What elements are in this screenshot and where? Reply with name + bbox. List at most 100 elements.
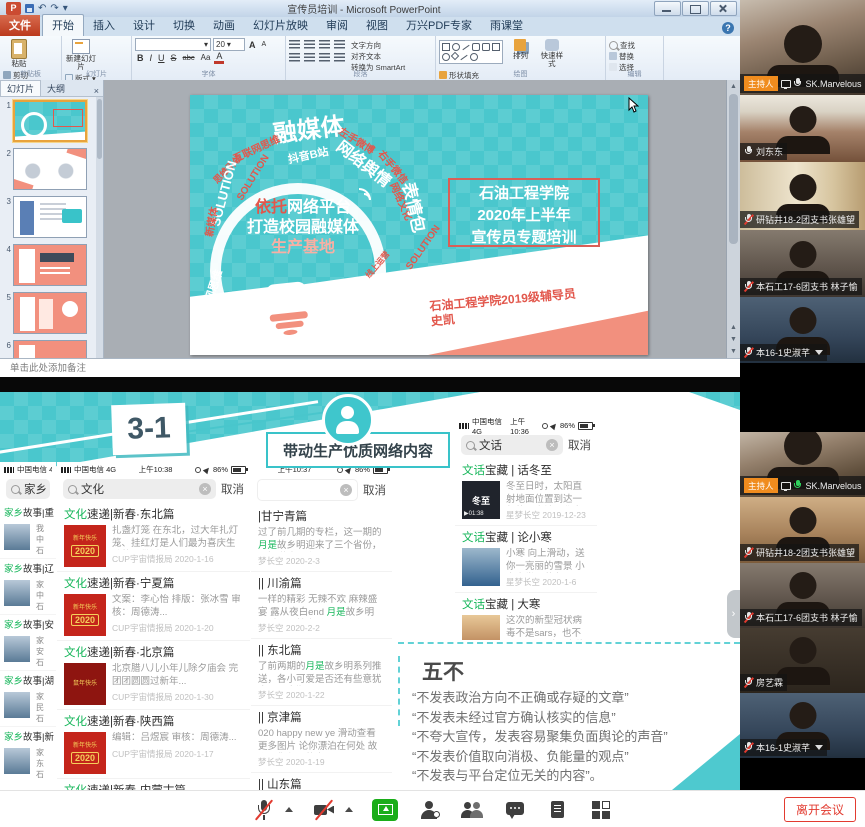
font-size-combo[interactable]: 20▾ (213, 38, 245, 51)
slide-title-box[interactable]: 石油工程学院 2020年上半年 宣传员专题培训 (448, 178, 600, 247)
replace-button[interactable]: 替换 (609, 51, 635, 61)
next-page-chevron[interactable]: › (727, 590, 740, 638)
video-tile-host[interactable]: 主持人 SK.Marvelous (740, 432, 865, 497)
camera-off-button[interactable] (312, 798, 336, 822)
shapes-gallery[interactable] (439, 40, 503, 64)
tab-insert[interactable]: 插入 (84, 15, 124, 36)
shrink-font-button[interactable]: A (260, 39, 269, 51)
close-button[interactable] (710, 1, 737, 16)
notes-pane[interactable]: 单击此处添加备注 (0, 358, 740, 377)
tab-pdf-expert[interactable]: 万兴PDF专家 (397, 15, 481, 36)
slide-canvas[interactable]: 融媒体 抖音B站 左手微博 网络舆情 右手微信 网络文化 表情包 互联网思维 思… (190, 95, 648, 355)
align-left-icon[interactable] (289, 53, 300, 62)
slide-editor[interactable]: 融媒体 抖音B站 左手微博 网络舆情 右手微信 网络文化 表情包 互联网思维 思… (104, 80, 740, 358)
chevron-down-icon[interactable] (815, 350, 823, 355)
tab-review[interactable]: 审阅 (317, 15, 357, 36)
participant-name: 研钻井18-2团支书张雄望 (756, 213, 855, 226)
battery-icon (578, 422, 593, 430)
layout-grid-button[interactable] (589, 798, 613, 822)
slide-thumbnail-6[interactable]: 6 (2, 340, 87, 358)
screen-share-button[interactable] (372, 799, 398, 821)
tab-slideshow[interactable]: 幻灯片放映 (244, 15, 317, 36)
participants-button[interactable] (460, 798, 484, 822)
microphone-muted-button[interactable] (252, 798, 276, 822)
search-input[interactable]: 家乡 (24, 481, 47, 497)
text-direction-button[interactable]: 文字方向 (351, 40, 405, 50)
maximize-button[interactable] (682, 1, 709, 16)
slide-thumbnail-2[interactable]: 2 (2, 148, 87, 190)
search-input[interactable]: 文话 (479, 437, 502, 453)
chat-button[interactable] (503, 798, 527, 822)
participant-name: 研钻井18-2团支书张雄望 (756, 546, 855, 559)
video-tile[interactable]: 本石工17-6团支书 林子愉 (740, 230, 865, 297)
article-item: || 京津篇 020 happy new ye 滑动查看更多图片 论你漂泊在何处… (251, 706, 392, 773)
panel-scrollbar[interactable] (96, 97, 103, 358)
tab-animations[interactable]: 动画 (204, 15, 244, 36)
line-spacing-icon[interactable] (334, 40, 345, 49)
mouse-cursor (628, 97, 639, 113)
cancel-button[interactable]: 取消 (221, 481, 244, 497)
strikethrough-button[interactable]: S (169, 52, 179, 64)
numbering-icon[interactable] (304, 40, 315, 49)
video-tile[interactable]: 研钻井18-2团支书张雄望 (740, 497, 865, 563)
grow-font-button[interactable]: A (247, 39, 258, 51)
minimize-button[interactable] (654, 1, 681, 16)
video-tile[interactable]: 本石工17-6团支书 林子愉 (740, 563, 865, 628)
bullets-icon[interactable] (289, 40, 300, 49)
slide-thumbnail-3[interactable]: 3 (2, 196, 87, 238)
justify-icon[interactable] (334, 53, 345, 62)
tab-file[interactable]: 文件 (0, 15, 40, 36)
slide-thumbnail-1[interactable]: 1 (2, 100, 87, 142)
slide-thumbnail-4[interactable]: 4 (2, 244, 87, 286)
shadow-button[interactable]: abc (181, 52, 197, 64)
find-button[interactable]: 查找 (609, 40, 635, 50)
video-tile[interactable]: 研钻井18-2团支书张雄望 (740, 162, 865, 230)
tab-rain-classroom[interactable]: 雨课堂 (481, 15, 532, 36)
char-spacing-button[interactable]: Aa (199, 52, 213, 64)
video-tile[interactable]: 房艺霖 (740, 628, 865, 693)
video-tile[interactable]: 刘东东 (740, 95, 865, 162)
paste-button[interactable]: 粘贴 (3, 38, 35, 68)
panel-tab-outline[interactable]: 大纲 (41, 81, 71, 96)
panel-close-icon[interactable]: × (90, 86, 103, 96)
video-tile-host[interactable]: 主持人 SK.Marvelous (740, 0, 865, 95)
clear-icon[interactable] (546, 439, 558, 451)
cancel-button[interactable]: 取消 (363, 482, 386, 498)
camera-options-icon[interactable] (345, 807, 353, 812)
save-icon[interactable] (25, 4, 34, 13)
underline-button[interactable]: U (156, 52, 167, 64)
indent-icon[interactable] (319, 40, 330, 49)
help-icon[interactable]: ? (722, 22, 734, 34)
five-nos-rules: “不发表政治方向不正确或存疑的文章” “不发表未经过官方确认核实的信息” “不夸… (412, 688, 668, 786)
font-color-button[interactable]: A (214, 52, 224, 64)
align-right-icon[interactable] (319, 53, 330, 62)
editor-scrollbar[interactable]: ▲ ▲ ▼ ▼ (726, 80, 740, 358)
tab-transitions[interactable]: 切换 (164, 15, 204, 36)
align-center-icon[interactable] (304, 53, 315, 62)
quick-styles-button[interactable]: 快速样式 (538, 38, 566, 68)
video-tile[interactable]: 本16-1史淑芊 (740, 693, 865, 758)
article-item: |甘宁青篇 过了前几期的专栏，这一期的月是故乡明迎来了三个省份，不知道这三个..… (251, 505, 392, 572)
tab-view[interactable]: 视图 (357, 15, 397, 36)
arrange-button[interactable]: 排列 (507, 38, 533, 60)
chevron-down-icon[interactable] (815, 745, 823, 750)
bold-button[interactable]: B (135, 52, 146, 64)
new-slide-button[interactable]: 新建幻灯片 (65, 38, 97, 71)
member-manage-button[interactable] (417, 798, 441, 822)
italic-button[interactable]: I (148, 52, 155, 64)
microphone-options-icon[interactable] (285, 807, 293, 812)
cancel-button[interactable]: 取消 (568, 437, 591, 453)
tab-home[interactable]: 开始 (42, 14, 84, 37)
clear-icon[interactable] (340, 484, 352, 496)
font-name-combo[interactable]: ▾ (135, 38, 211, 51)
window-separator (0, 377, 740, 392)
video-tile[interactable]: 本16-1史淑芊 (740, 297, 865, 363)
search-input[interactable]: 文化 (81, 481, 104, 497)
align-text-button[interactable]: 对齐文本 (351, 51, 405, 61)
slide-thumbnail-5[interactable]: 5 (2, 292, 87, 334)
document-button[interactable] (546, 798, 570, 822)
panel-tab-slides[interactable]: 幻灯片 (0, 80, 41, 96)
tab-design[interactable]: 设计 (124, 15, 164, 36)
leave-meeting-button[interactable]: 离开会议 (784, 797, 856, 822)
clear-icon[interactable] (199, 483, 211, 495)
